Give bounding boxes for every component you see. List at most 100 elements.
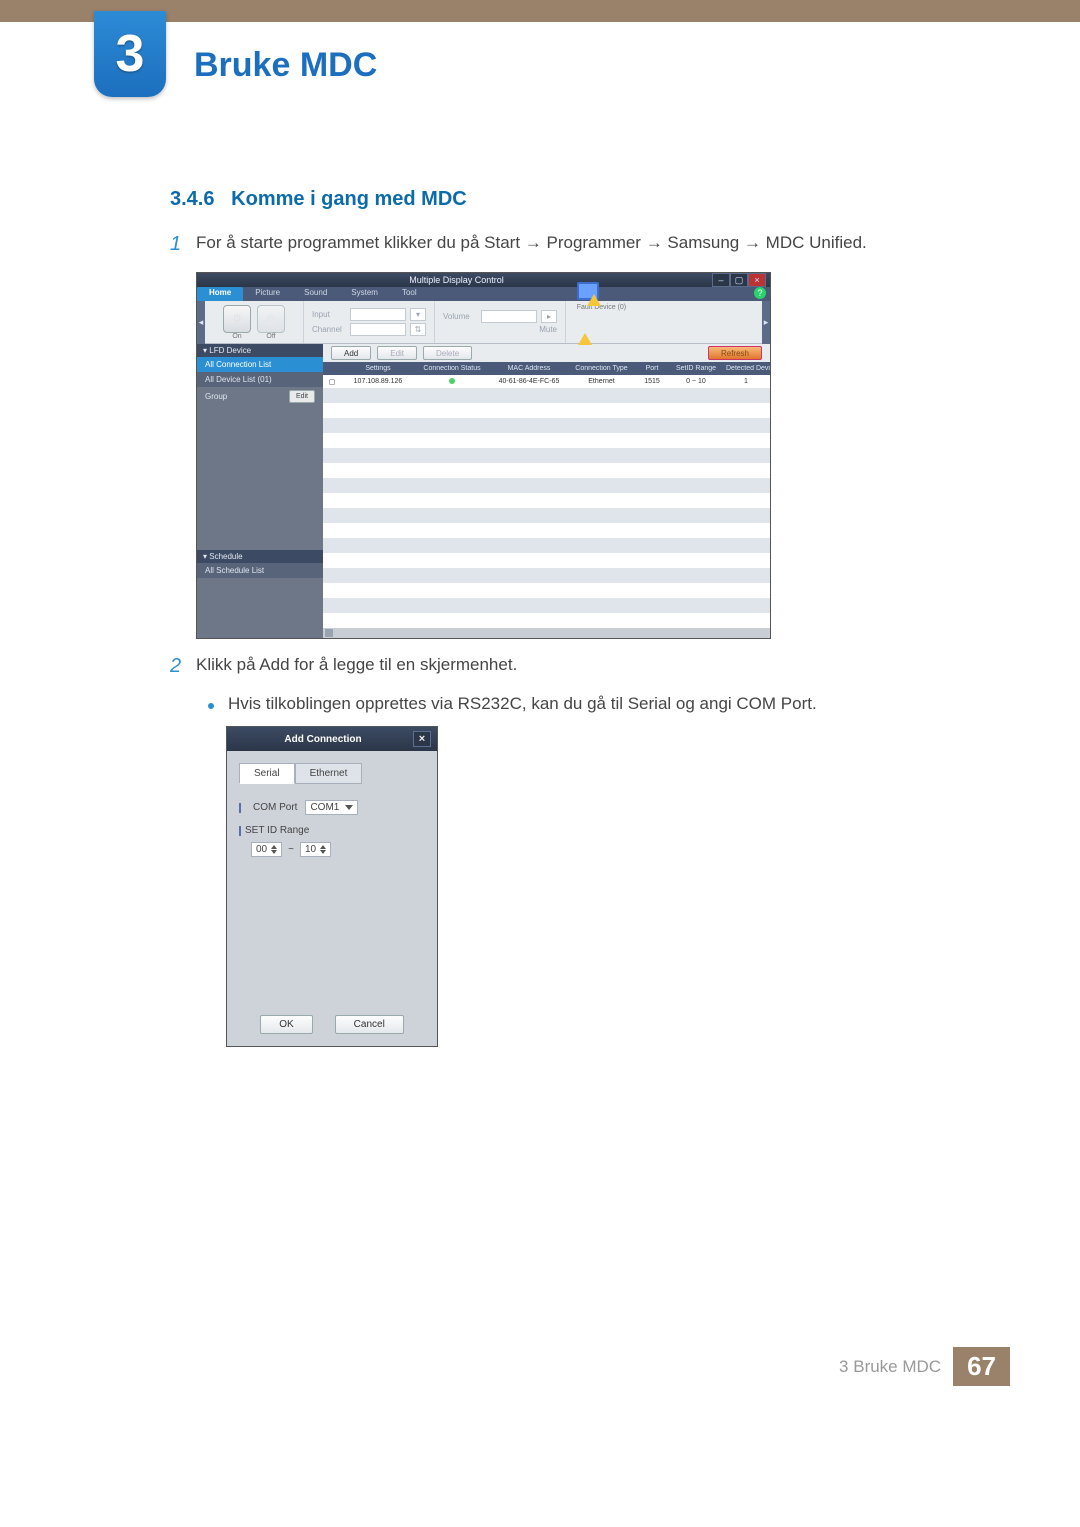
- sidebar: ▾ LFD Device All Connection List All Dev…: [197, 344, 323, 638]
- com-port-label: COM Port: [253, 802, 297, 813]
- page-footer: 3 Bruke MDC 67: [0, 1347, 1080, 1410]
- range-from-value: 00: [256, 844, 267, 855]
- power-off-icon[interactable]: ⏻: [257, 305, 285, 333]
- dialog-title: Add Connection: [233, 734, 413, 745]
- bullet-1: Hvis tilkoblingen opprettes via RS232C, …: [208, 694, 980, 714]
- sidebar-group-label: Group: [205, 392, 227, 401]
- table-row[interactable]: ▢ 107.108.89.126 40-61-86-4E-FC-65 Ether…: [323, 375, 770, 388]
- dialog-close-icon[interactable]: ×: [413, 731, 431, 747]
- step-1-text: For å starte programmet klikker du på St…: [196, 233, 867, 253]
- mdc-body: ▾ LFD Device All Connection List All Dev…: [197, 344, 770, 638]
- sidebar-edit-button[interactable]: Edit: [289, 390, 315, 403]
- step-2-text: Klikk på Add for å legge til en skjermen…: [196, 655, 517, 675]
- sidebar-group[interactable]: Group Edit: [197, 387, 323, 406]
- section-number: 3.4.6: [170, 188, 214, 210]
- chapter-title: Bruke MDC: [194, 46, 377, 85]
- bullet-1-text: Hvis tilkoblingen opprettes via RS232C, …: [228, 694, 817, 714]
- status-dot-icon: [449, 378, 455, 384]
- right-arrow-icon[interactable]: ▸: [762, 301, 770, 344]
- step-2: 2 Klikk på Add for å legge til en skjerm…: [170, 655, 980, 678]
- page-content: 3.4.6 Komme i gang med MDC 1 For å start…: [0, 108, 1080, 1087]
- bullet-dot-icon: [208, 703, 214, 709]
- sidebar-schedule-label: Schedule: [209, 552, 242, 561]
- fault-alert-icon[interactable]: [574, 333, 596, 355]
- sidebar-all-device-list[interactable]: All Device List (01): [197, 372, 323, 387]
- channel-input[interactable]: [350, 323, 406, 336]
- com-port-value: COM1: [310, 802, 339, 813]
- volume-label: Volume: [443, 312, 477, 321]
- horizontal-scrollbar[interactable]: [323, 628, 770, 638]
- section-title: Komme i gang med MDC: [231, 188, 467, 210]
- input-dropdown-icon[interactable]: ▾: [410, 308, 426, 321]
- col-settings: Settings: [341, 365, 415, 372]
- cell-detected: 1: [722, 378, 770, 385]
- volume-input[interactable]: [481, 310, 537, 323]
- range-tilde: ~: [288, 844, 294, 855]
- setid-range-label: SET ID Range: [245, 825, 309, 836]
- chapter-number: 3: [116, 24, 145, 84]
- field-marker-icon: [239, 826, 241, 836]
- ok-button[interactable]: OK: [260, 1015, 312, 1034]
- page-number: 67: [953, 1347, 1010, 1386]
- step-1-number: 1: [170, 233, 196, 256]
- step-1: 1 For å starte programmet klikker du på …: [170, 233, 980, 256]
- add-connection-dialog: Add Connection × Serial Ethernet COM Por…: [226, 726, 438, 1047]
- sidebar-all-connection-list[interactable]: All Connection List: [197, 357, 323, 372]
- fault-group: Fault Device (0) Fault Device Alert: [565, 301, 637, 343]
- mdc-screenshot: Multiple Display Control – ▢ × Home Pict…: [196, 272, 771, 639]
- sidebar-schedule-header[interactable]: ▾ Schedule: [197, 550, 323, 563]
- help-icon[interactable]: ?: [754, 287, 766, 299]
- cell-mac: 40-61-86-4E-FC-65: [489, 378, 569, 385]
- range-from-stepper[interactable]: 00: [251, 842, 282, 857]
- add-button[interactable]: Add: [331, 346, 371, 360]
- tab-home[interactable]: Home: [197, 287, 243, 301]
- channel-stepper-icon[interactable]: ⇅: [410, 323, 426, 336]
- maximize-icon[interactable]: ▢: [730, 273, 748, 287]
- row-check[interactable]: ▢: [323, 378, 341, 386]
- section-heading: 3.4.6 Komme i gang med MDC: [170, 188, 980, 211]
- sidebar-lfd-label: LFD Device: [209, 346, 251, 355]
- volume-group: Volume ▸ Mute: [434, 301, 565, 343]
- tab-ethernet[interactable]: Ethernet: [295, 763, 363, 784]
- mute-label[interactable]: Mute: [539, 325, 557, 334]
- dialog-titlebar: Add Connection ×: [227, 727, 437, 751]
- refresh-button[interactable]: Refresh: [708, 346, 762, 360]
- tab-tool[interactable]: Tool: [390, 287, 429, 301]
- sidebar-all-schedule-list[interactable]: All Schedule List: [197, 563, 323, 578]
- col-mac: MAC Address: [489, 365, 569, 372]
- com-port-select[interactable]: COM1: [305, 800, 358, 815]
- window-controls: – ▢ ×: [712, 273, 766, 287]
- col-conn-status: Connection Status: [415, 365, 489, 372]
- tab-sound[interactable]: Sound: [292, 287, 339, 301]
- minimize-icon[interactable]: –: [712, 273, 730, 287]
- mdc-titlebar: Multiple Display Control – ▢ ×: [197, 273, 770, 287]
- range-to-stepper[interactable]: 10: [300, 842, 331, 857]
- delete-button[interactable]: Delete: [423, 346, 472, 360]
- chapter-badge: 3: [94, 11, 166, 97]
- tab-picture[interactable]: Picture: [243, 287, 292, 301]
- tab-serial[interactable]: Serial: [239, 763, 295, 784]
- cell-ctype: Ethernet: [569, 378, 634, 385]
- setid-range-row: SET ID Range 00 ~ 10: [239, 825, 425, 857]
- cancel-button[interactable]: Cancel: [335, 1015, 404, 1034]
- fault-device-icon[interactable]: [577, 282, 599, 304]
- power-on-label: On: [223, 333, 251, 340]
- mdc-toolbar: ⏻ On ⏻ Off Input ▾ Channel: [205, 301, 762, 344]
- sidebar-lfd-header[interactable]: ▾ LFD Device: [197, 344, 323, 357]
- device-button-row: Add Edit Delete Refresh: [323, 344, 770, 362]
- volume-step-icon[interactable]: ▸: [541, 310, 557, 323]
- input-channel-group: Input ▾ Channel ⇅: [303, 301, 434, 343]
- cell-port: 1515: [634, 378, 670, 385]
- fault-device-label: Fault Device (0): [577, 304, 626, 311]
- input-select[interactable]: [350, 308, 406, 321]
- left-arrow-icon[interactable]: ◂: [197, 301, 205, 344]
- close-icon[interactable]: ×: [748, 273, 766, 287]
- tab-system[interactable]: System: [339, 287, 390, 301]
- footer-text: 3 Bruke MDC: [839, 1357, 941, 1377]
- power-on-icon[interactable]: ⏻: [223, 305, 251, 333]
- edit-button[interactable]: Edit: [377, 346, 417, 360]
- dialog-footer: OK Cancel: [227, 1009, 437, 1046]
- col-port: Port: [634, 365, 670, 372]
- step-2-number: 2: [170, 655, 196, 678]
- cell-range: 0 ~ 10: [670, 378, 722, 385]
